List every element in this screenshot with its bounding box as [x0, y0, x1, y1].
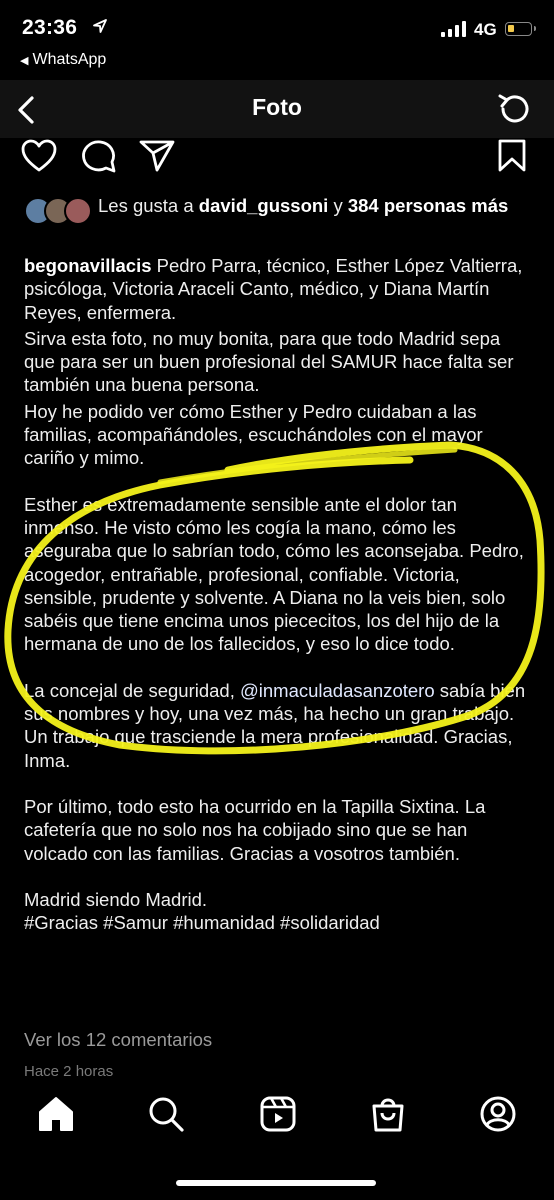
- heart-icon[interactable]: [20, 138, 58, 174]
- signal-icon: [441, 21, 466, 37]
- caption-p4: Esther es extremadamente sensible ante e…: [24, 493, 524, 655]
- page-title: Foto: [252, 94, 302, 120]
- back-to-app-link[interactable]: ◀ WhatsApp: [20, 51, 106, 69]
- likes-summary[interactable]: Les gusta a david_gussoni y 384 personas…: [24, 194, 534, 217]
- top-nav-bar: Foto: [0, 80, 554, 138]
- likes-others[interactable]: 384 personas más: [348, 195, 508, 216]
- caption-p7: Madrid siendo Madrid.: [24, 888, 208, 910]
- comment-icon[interactable]: [80, 138, 118, 174]
- home-indicator: [176, 1180, 376, 1186]
- status-time: 23:36: [22, 16, 78, 39]
- likes-middle: y: [328, 195, 348, 216]
- home-icon[interactable]: [36, 1094, 76, 1134]
- post-caption: begonavillacis Pedro Parra, técnico, Est…: [24, 254, 534, 934]
- profile-icon[interactable]: [478, 1094, 518, 1134]
- status-bar: 23:36 ◀ WhatsApp 4G: [0, 0, 554, 80]
- back-app-label: WhatsApp: [32, 51, 107, 68]
- location-arrow-icon: [93, 19, 107, 33]
- caption-p2: Sirva esta foto, no muy bonita, para que…: [24, 327, 514, 396]
- caption-hashtags[interactable]: #Gracias #Samur #humanidad #solidaridad: [24, 911, 534, 934]
- caption-p3: Hoy he podido ver cómo Esther y Pedro cu…: [24, 400, 483, 469]
- shop-icon[interactable]: [368, 1094, 408, 1134]
- back-triangle-icon: ◀: [20, 55, 29, 67]
- post-actions: [0, 138, 554, 184]
- likes-user[interactable]: david_gussoni: [199, 195, 329, 216]
- caption-p5-before: La concejal de seguridad,: [24, 679, 240, 701]
- battery-icon: [505, 22, 536, 36]
- likes-prefix: Les gusta a: [98, 195, 199, 216]
- send-icon[interactable]: [138, 138, 176, 174]
- mention-link[interactable]: @inmaculadasanzotero: [240, 680, 435, 701]
- view-comments-link[interactable]: Ver los 12 comentarios: [24, 1029, 212, 1051]
- network-type: 4G: [474, 20, 497, 39]
- caption-username[interactable]: begonavillacis: [24, 255, 152, 276]
- bookmark-icon[interactable]: [496, 138, 528, 174]
- caption-p6: Por último, todo esto ha ocurrido en la …: [24, 795, 486, 864]
- refresh-icon[interactable]: [494, 88, 536, 130]
- reels-icon[interactable]: [258, 1094, 298, 1134]
- search-icon[interactable]: [146, 1094, 186, 1134]
